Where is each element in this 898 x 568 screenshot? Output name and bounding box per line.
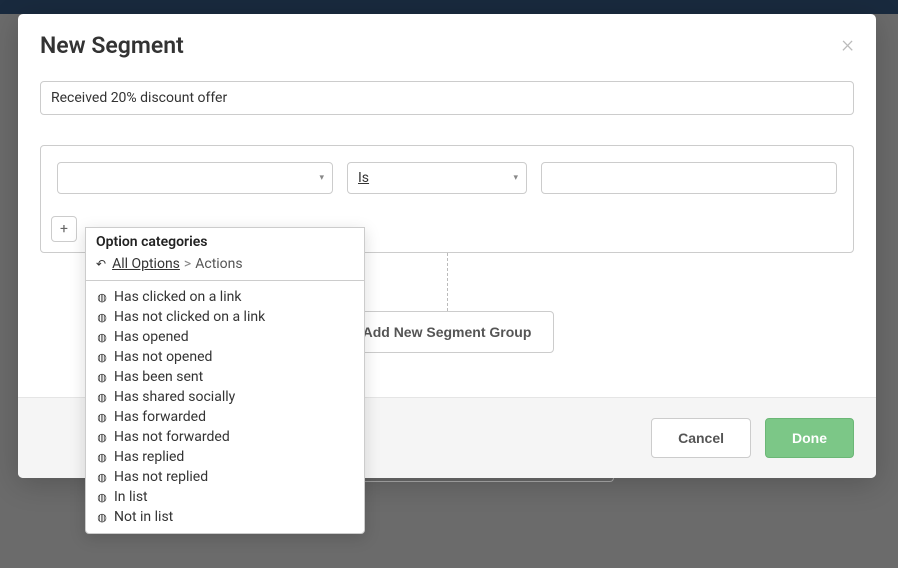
close-icon[interactable]: × [841,32,854,56]
globe-icon: ◍ [96,311,108,324]
dropdown-option[interactable]: ◍ Has shared socially [86,387,364,407]
globe-icon: ◍ [96,431,108,444]
breadcrumb-current: Actions [195,256,242,272]
dropdown-option-label: Has replied [114,449,184,465]
modal-title: New Segment [40,32,184,59]
chevron-down-icon: ▾ [513,173,518,183]
globe-icon: ◍ [96,291,108,304]
dropdown-option-label: Has forwarded [114,409,206,425]
dropdown-option[interactable]: ◍ Has not forwarded [86,427,364,447]
dropdown-option-label: Has not opened [114,349,212,365]
globe-icon: ◍ [96,511,108,524]
globe-icon: ◍ [96,451,108,464]
dropdown-option[interactable]: ◍ Has not opened [86,347,364,367]
globe-icon: ◍ [96,331,108,344]
globe-icon: ◍ [96,471,108,484]
dropdown-option[interactable]: ◍ Has opened [86,327,364,347]
back-arrow-icon[interactable]: ↶ [96,257,106,271]
dropdown-option[interactable]: ◍ Has been sent [86,367,364,387]
dropdown-option-label: Has clicked on a link [114,289,241,305]
dropdown-option[interactable]: ◍ Has clicked on a link [86,287,364,307]
dropdown-header: Option categories [86,228,364,254]
dropdown-list: ◍ Has clicked on a link ◍ Has not clicked … [86,281,364,533]
rule-value-select[interactable] [541,162,837,194]
rule-operator-select[interactable]: Is ▾ [347,162,527,194]
dropdown-option-label: Has not forwarded [114,429,230,445]
plus-icon: + [60,222,68,236]
segment-rule-row: ▾ Is ▾ [41,146,853,210]
rule-operator-value: Is [358,170,369,186]
field-options-dropdown: Option categories ↶ All Options > Action… [85,227,365,534]
dropdown-option[interactable]: ◍ Has not replied [86,467,364,487]
dropdown-option-label: Has not replied [114,469,208,485]
dropdown-option-label: Has not clicked on a link [114,309,265,325]
dropdown-option-label: In list [114,489,148,505]
segment-name-input[interactable] [40,81,854,115]
dropdown-option[interactable]: ◍ In list [86,487,364,507]
add-rule-button[interactable]: + [51,216,77,242]
vertical-connector [447,253,448,311]
chevron-down-icon: ▾ [319,173,324,183]
breadcrumb-separator: > [184,256,191,272]
dropdown-option[interactable]: ◍ Has not clicked on a link [86,307,364,327]
dropdown-option[interactable]: ◍ Not in list [86,507,364,527]
dropdown-option[interactable]: ◍ Has replied [86,447,364,467]
globe-icon: ◍ [96,411,108,424]
add-segment-group-button[interactable]: Add New Segment Group [340,311,555,353]
app-dark-header [0,0,898,14]
done-button[interactable]: Done [765,418,854,458]
rule-field-select[interactable]: ▾ [57,162,333,194]
dropdown-option-label: Has opened [114,329,189,345]
globe-icon: ◍ [96,391,108,404]
dropdown-option[interactable]: ◍ Has forwarded [86,407,364,427]
globe-icon: ◍ [96,371,108,384]
modal-header: New Segment × [18,14,876,59]
globe-icon: ◍ [96,491,108,504]
dropdown-breadcrumb: ↶ All Options > Actions [86,254,364,280]
dropdown-option-label: Has shared socially [114,389,235,405]
cancel-button[interactable]: Cancel [651,418,751,458]
dropdown-option-label: Has been sent [114,369,203,385]
breadcrumb-all-options[interactable]: All Options [112,256,180,272]
dropdown-option-label: Not in list [114,509,173,525]
globe-icon: ◍ [96,351,108,364]
